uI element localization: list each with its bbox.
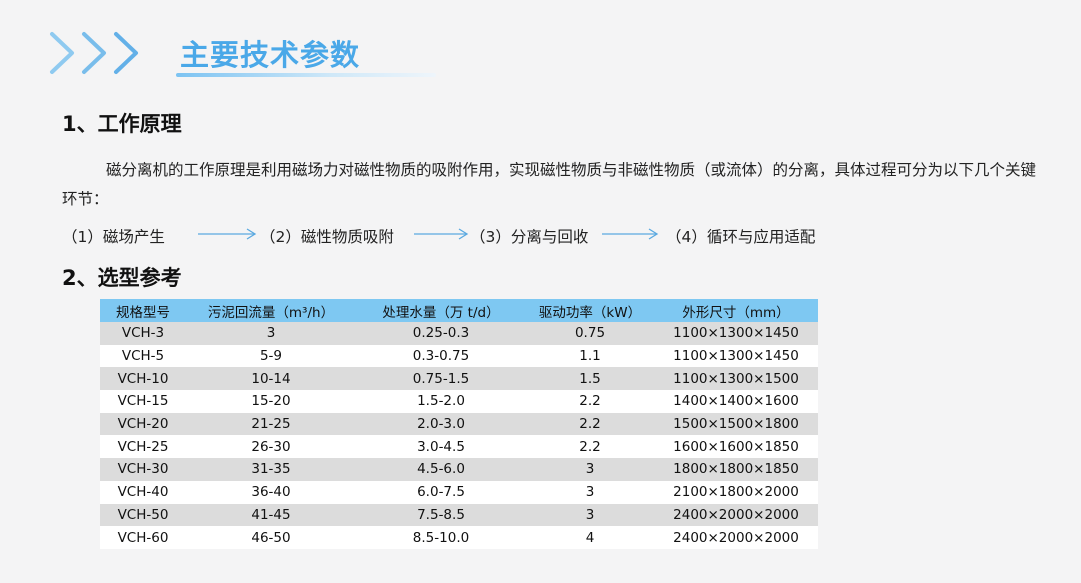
table-cell: VCH-30 bbox=[100, 458, 186, 481]
table-row: VCH-20 21-25 2.0-3.0 2.2 1500×1500×1800 bbox=[100, 412, 818, 436]
table-cell: 8.5-10.0 bbox=[356, 526, 526, 549]
table-cell: 4.5-6.0 bbox=[356, 458, 526, 481]
table-cell: 3 bbox=[526, 458, 654, 481]
table-cell: 31-35 bbox=[186, 458, 356, 481]
table-cell: 2.2 bbox=[526, 390, 654, 413]
table-cell: 5-9 bbox=[186, 344, 356, 368]
table-cell: VCH-50 bbox=[100, 503, 186, 527]
table-cell: 26-30 bbox=[186, 435, 356, 459]
table-cell: 1100×1300×1450 bbox=[654, 344, 818, 368]
table-row: VCH-60 46-50 8.5-10.0 4 2400×2000×2000 bbox=[100, 526, 818, 549]
table-cell: VCH-60 bbox=[100, 526, 186, 549]
column-header: 污泥回流量（m³/h） bbox=[186, 299, 356, 322]
table-cell: VCH-40 bbox=[100, 480, 186, 504]
table-cell: 10-14 bbox=[186, 367, 356, 391]
table-cell: 3.0-4.5 bbox=[356, 435, 526, 459]
table-cell: 2100×1800×2000 bbox=[654, 480, 818, 504]
table-cell: 21-25 bbox=[186, 412, 356, 436]
principle-text: 磁分离机的工作原理是利用磁场力对磁性物质的吸附作用，实现磁性物质与非磁性物质（或… bbox=[62, 161, 1037, 208]
table-cell: 0.75 bbox=[526, 322, 654, 345]
table-header-row: 规格型号 污泥回流量（m³/h） 处理水量（万 t/d） 驱动功率（kW） 外形… bbox=[100, 299, 818, 322]
table-cell: 1600×1600×1850 bbox=[654, 435, 818, 459]
table-cell: VCH-5 bbox=[100, 344, 186, 368]
table-cell: 2.2 bbox=[526, 412, 654, 436]
table-cell: 0.3-0.75 bbox=[356, 344, 526, 368]
table-row: VCH-3 3 0.25-0.3 0.75 1100×1300×1450 bbox=[100, 322, 818, 345]
triple-chevron-right-icon bbox=[50, 32, 138, 74]
table-cell: 4 bbox=[526, 526, 654, 549]
table-row: VCH-50 41-45 7.5-8.5 3 2400×2000×2000 bbox=[100, 503, 818, 527]
table-cell: 6.0-7.5 bbox=[356, 480, 526, 504]
table-cell: 3 bbox=[186, 322, 356, 345]
table-cell: 1100×1300×1500 bbox=[654, 367, 818, 391]
table-row: VCH-30 31-35 4.5-6.0 3 1800×1800×1850 bbox=[100, 458, 818, 481]
table-cell: 0.25-0.3 bbox=[356, 322, 526, 345]
table-cell: 46-50 bbox=[186, 526, 356, 549]
column-header: 外形尺寸（mm） bbox=[654, 299, 818, 322]
column-header: 处理水量（万 t/d） bbox=[356, 299, 526, 322]
table-cell: 2400×2000×2000 bbox=[654, 503, 818, 527]
table-cell: 1.5 bbox=[526, 367, 654, 391]
table-cell: 1500×1500×1800 bbox=[654, 412, 818, 436]
arrow-right-icon bbox=[602, 228, 659, 240]
table-row: VCH-5 5-9 0.3-0.75 1.1 1100×1300×1450 bbox=[100, 344, 818, 368]
table-cell: 15-20 bbox=[186, 390, 356, 413]
table-cell: VCH-25 bbox=[100, 435, 186, 459]
table-cell: 2.0-3.0 bbox=[356, 412, 526, 436]
table-cell: 3 bbox=[526, 503, 654, 527]
arrow-right-icon bbox=[198, 228, 257, 240]
column-header: 驱动功率（kW） bbox=[526, 299, 654, 322]
table-cell: 1400×1400×1600 bbox=[654, 390, 818, 413]
flow-step-2: （2）磁性物质吸附 bbox=[260, 228, 394, 246]
page-title: 主要技术参数 bbox=[180, 38, 361, 72]
selection-table: 规格型号 污泥回流量（m³/h） 处理水量（万 t/d） 驱动功率（kW） 外形… bbox=[100, 299, 818, 549]
table-row: VCH-10 10-14 0.75-1.5 1.5 1100×1300×1500 bbox=[100, 367, 818, 391]
table-cell: 1100×1300×1450 bbox=[654, 322, 818, 345]
table-cell: VCH-10 bbox=[100, 367, 186, 391]
table-cell: 1.1 bbox=[526, 344, 654, 368]
flow-step-1: （1）磁场产生 bbox=[62, 228, 165, 246]
flow-step-4: （4）循环与应用适配 bbox=[666, 228, 816, 246]
title-underline bbox=[176, 73, 436, 77]
table-cell: 3 bbox=[526, 480, 654, 504]
table-cell: 1800×1800×1850 bbox=[654, 458, 818, 481]
section-heading-selection: 2、选型参考 bbox=[62, 266, 182, 290]
table-cell: VCH-15 bbox=[100, 390, 186, 413]
table-cell: VCH-20 bbox=[100, 412, 186, 436]
column-header: 规格型号 bbox=[100, 299, 186, 322]
table-row: VCH-25 26-30 3.0-4.5 2.2 1600×1600×1850 bbox=[100, 435, 818, 459]
principle-paragraph: 磁分离机的工作原理是利用磁场力对磁性物质的吸附作用，实现磁性物质与非磁性物质（或… bbox=[62, 156, 1037, 214]
table-cell: 2.2 bbox=[526, 435, 654, 459]
table-cell: 0.75-1.5 bbox=[356, 367, 526, 391]
table-cell: 36-40 bbox=[186, 480, 356, 504]
table-cell: VCH-3 bbox=[100, 322, 186, 345]
flow-step-3: （3）分离与回收 bbox=[470, 228, 589, 246]
table-row: VCH-40 36-40 6.0-7.5 3 2100×1800×2000 bbox=[100, 480, 818, 504]
section-heading-principle: 1、工作原理 bbox=[62, 112, 182, 136]
table-row: VCH-15 15-20 1.5-2.0 2.2 1400×1400×1600 bbox=[100, 390, 818, 413]
arrow-right-icon bbox=[414, 228, 469, 240]
table-cell: 41-45 bbox=[186, 503, 356, 527]
table-cell: 7.5-8.5 bbox=[356, 503, 526, 527]
table-cell: 2400×2000×2000 bbox=[654, 526, 818, 549]
table-cell: 1.5-2.0 bbox=[356, 390, 526, 413]
